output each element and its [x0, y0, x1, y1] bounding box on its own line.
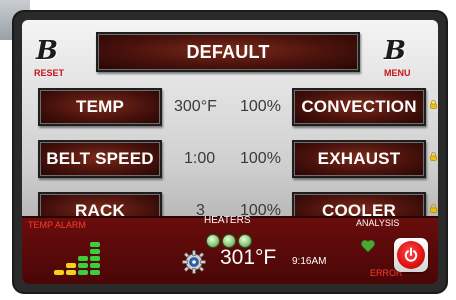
recipe-button[interactable]: DEFAULT [96, 32, 360, 72]
heart-icon[interactable] [360, 238, 376, 254]
belt-speed-value: 1:00 [184, 150, 216, 167]
status-bar: TEMP ALARM HEATERS 301°F 9:16AM ANALYSIS… [22, 215, 438, 284]
power-icon [397, 241, 425, 269]
temp-percent: 100% [240, 98, 281, 115]
analysis-label[interactable]: ANALYSIS [356, 218, 399, 228]
reset-label[interactable]: RESET [34, 68, 64, 78]
gear-icon[interactable] [182, 250, 206, 274]
temp-value: 300°F [174, 98, 217, 115]
temp-button[interactable]: TEMP [38, 88, 162, 126]
menu-label[interactable]: MENU [384, 68, 411, 78]
reset-logo-icon[interactable]: B [36, 36, 58, 66]
belt-speed-button[interactable]: BELT SPEED [38, 140, 162, 178]
belt-speed-percent: 100% [240, 150, 281, 167]
power-button[interactable] [394, 238, 428, 272]
touch-screen: B RESET DEFAULT B MENU TEMP 300°F 100% C… [22, 20, 438, 284]
clock-time: 9:16AM [292, 256, 327, 267]
exhaust-button[interactable]: EXHAUST [292, 140, 426, 178]
temp-alarm-label[interactable]: TEMP ALARM [28, 220, 86, 230]
heaters-label: HEATERS [204, 215, 251, 226]
lock-icon [430, 152, 437, 161]
lock-icon [430, 204, 437, 213]
menu-logo-icon[interactable]: B [384, 36, 406, 66]
current-temp: 301°F [220, 246, 277, 269]
lock-icon [430, 100, 437, 109]
control-panel: B RESET DEFAULT B MENU TEMP 300°F 100% C… [14, 12, 446, 292]
convection-button[interactable]: CONVECTION [292, 88, 426, 126]
heater-indicator [206, 234, 220, 248]
